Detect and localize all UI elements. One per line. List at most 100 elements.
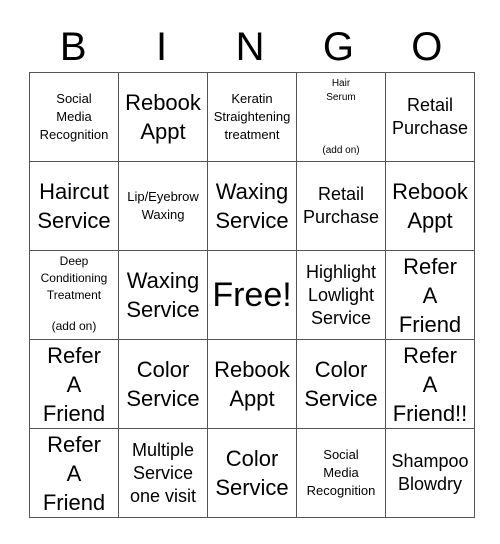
cell-label: Lip/Eyebrow Waxing: [120, 163, 207, 250]
bingo-cell[interactable]: Refer A Friend!!: [385, 339, 475, 429]
bingo-cell[interactable]: Haircut Service: [29, 161, 119, 251]
bingo-cell[interactable]: Color Service: [207, 428, 297, 518]
bingo-cell[interactable]: Color Service: [118, 339, 208, 429]
cell-label: Refer A Friend: [387, 252, 474, 339]
cell-label: Refer A Friend: [31, 430, 118, 517]
bingo-cell[interactable]: Deep Conditioning Treatment (add on): [29, 250, 119, 340]
bingo-cell[interactable]: Highlight Lowlight Service: [296, 250, 386, 340]
cell-label-line: Appt: [229, 386, 275, 411]
cell-label-line: Serum: [326, 92, 356, 103]
cell-label: Waxing Service: [209, 163, 296, 250]
cell-note: (add on): [51, 319, 97, 333]
cell-label-line: Purchase: [302, 207, 380, 227]
cell-label-line: Rebook: [214, 357, 290, 382]
cell-label-line: Social: [323, 447, 359, 462]
cell-label-line: Blowdry: [397, 474, 463, 494]
bingo-cell[interactable]: Lip/Eyebrow Waxing: [118, 161, 208, 251]
cell-label: Multiple Service one visit: [120, 430, 207, 517]
cell-label-line: Service: [215, 208, 289, 233]
cell-label: Color Service: [120, 341, 207, 428]
cell-label-line: Retail: [317, 184, 365, 204]
cell-label-line: Straightening: [213, 109, 291, 124]
cell-label-line: Rebook: [392, 179, 468, 204]
cell-label-line: Waxing: [126, 268, 200, 293]
cell-label: Rebook Appt: [209, 341, 296, 428]
cell-label-line: Color: [136, 357, 190, 382]
cell-label-line: Haircut: [39, 179, 109, 204]
cell-label-line: Treatment: [46, 288, 102, 302]
cell-label: Rebook Appt: [120, 74, 207, 161]
cell-label-line: Service: [37, 208, 111, 233]
cell-label-line: Friend: [42, 400, 106, 426]
bingo-cell[interactable]: Multiple Service one visit: [118, 428, 208, 518]
cell-label-line: Highlight: [305, 261, 377, 282]
cell-label-line: Purchase: [391, 118, 469, 138]
cell-label: Social Media Recognition: [31, 74, 118, 161]
header-letter-g: G: [322, 25, 354, 69]
bingo-cell[interactable]: Keratin Straightening treatment: [207, 72, 297, 162]
bingo-cell[interactable]: Hair Serum (add on): [296, 72, 386, 162]
bingo-row: Haircut Service Lip/Eyebrow Waxing Waxing Ser…: [29, 161, 475, 251]
cell-label-line: Deep: [59, 254, 89, 268]
cell-label-line: Refer: [47, 431, 101, 457]
bingo-cell[interactable]: Rebook Appt: [118, 72, 208, 162]
bingo-header: B I N G O: [29, 22, 471, 72]
cell-label-line: A: [66, 460, 82, 486]
cell-label-line: Multiple: [131, 439, 195, 460]
bingo-cell[interactable]: Retail Purchase: [296, 161, 386, 251]
cell-label: Rebook Appt: [387, 163, 474, 250]
cell-label: Refer A Friend: [31, 341, 118, 428]
header-letter-b: B: [59, 25, 87, 69]
bingo-cell[interactable]: Waxing Service: [118, 250, 208, 340]
cell-label: Keratin Straightening treatment: [209, 74, 296, 161]
cell-label-line: Media: [56, 109, 92, 124]
cell-label: Waxing Service: [120, 252, 207, 339]
bingo-cell[interactable]: Refer A Friend: [385, 250, 475, 340]
cell-label: Shampoo Blowdry: [387, 430, 474, 517]
cell-label-line: Appt: [140, 119, 186, 144]
cell-label: Color Service: [209, 430, 296, 517]
cell-label-line: Service: [132, 462, 194, 483]
cell-label-line: Service: [310, 307, 372, 328]
cell-label-line: Waxing: [215, 179, 289, 204]
cell-label: Refer A Friend!!: [387, 341, 474, 428]
cell-label: Retail Purchase: [387, 74, 474, 161]
cell-label: Deep Conditioning Treatment: [31, 253, 118, 304]
bingo-cell[interactable]: Rebook Appt: [385, 161, 475, 251]
cell-label-line: Color: [314, 357, 368, 382]
cell-label-line: Recognition: [306, 483, 376, 498]
bingo-row: Refer A Friend Color Service Rebook Appt Color S…: [29, 339, 475, 429]
bingo-cell[interactable]: Color Service: [296, 339, 386, 429]
header-letter-n: N: [235, 25, 265, 69]
cell-label-line: Service: [215, 475, 289, 500]
cell-label-line: Retail: [406, 95, 454, 115]
cell-note: (add on): [322, 145, 360, 156]
cell-label: Highlight Lowlight Service: [298, 252, 385, 339]
cell-label-line: Rebook: [125, 90, 201, 115]
cell-label-line: Lip/Eyebrow: [127, 189, 199, 204]
bingo-free-space[interactable]: Free!: [207, 250, 297, 340]
cell-label-line: Waxing: [141, 207, 185, 222]
bingo-cell[interactable]: Retail Purchase: [385, 72, 475, 162]
cell-label-line: Refer: [403, 253, 457, 279]
cell-label-line: Service: [126, 297, 200, 322]
bingo-card-grid: Social Media Recognition Rebook Appt Keratin S…: [29, 72, 475, 518]
bingo-cell[interactable]: Social Media Recognition: [296, 428, 386, 518]
bingo-cell[interactable]: Social Media Recognition: [29, 72, 119, 162]
bingo-row: Refer A Friend Multiple Service one visit Colo…: [29, 428, 475, 518]
bingo-row: Deep Conditioning Treatment (add on) Waxing S…: [29, 250, 475, 340]
cell-label-line: Color: [225, 446, 279, 471]
cell-label: Hair Serum: [298, 77, 385, 105]
cell-label-line: treatment: [224, 127, 280, 142]
cell-label-line: Service: [304, 386, 378, 411]
bingo-cell[interactable]: Rebook Appt: [207, 339, 297, 429]
bingo-cell[interactable]: Shampoo Blowdry: [385, 428, 475, 518]
bingo-cell[interactable]: Waxing Service: [207, 161, 297, 251]
cell-label-line: Social: [56, 91, 92, 106]
bingo-cell[interactable]: Refer A Friend: [29, 428, 119, 518]
cell-label-line: Refer: [47, 342, 101, 368]
cell-label-line: Hair: [331, 78, 351, 89]
cell-label: Retail Purchase: [298, 163, 385, 250]
cell-label-line: Appt: [407, 208, 453, 233]
bingo-cell[interactable]: Refer A Friend: [29, 339, 119, 429]
